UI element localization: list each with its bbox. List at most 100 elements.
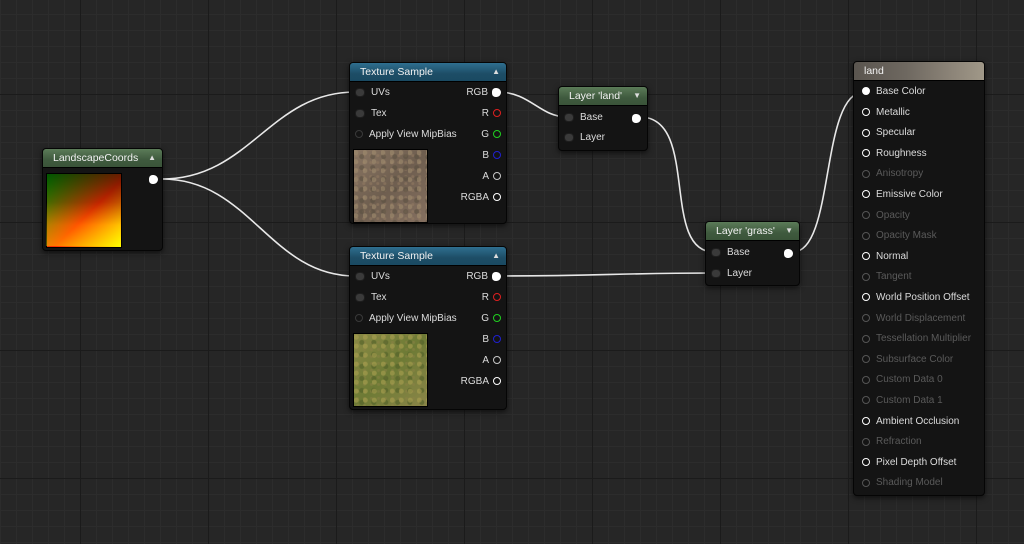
output-pin-icon[interactable]	[492, 87, 501, 97]
input-pin-icon[interactable]	[355, 292, 365, 302]
input-pin-icon[interactable]	[355, 314, 363, 323]
material-pin-row[interactable]: Anisotropy	[862, 167, 923, 181]
output-pin[interactable]	[632, 114, 641, 123]
input-uvs[interactable]: UVs	[355, 86, 390, 100]
input-pin-icon[interactable]	[862, 272, 870, 281]
material-pin-row[interactable]: Opacity	[862, 209, 910, 223]
output-pin-icon[interactable]	[492, 271, 501, 281]
input-pin-icon[interactable]	[862, 437, 870, 446]
output-pin-icon[interactable]	[493, 151, 501, 160]
output-rgb[interactable]: RGB	[466, 270, 501, 284]
input-pin-icon[interactable]	[862, 396, 870, 405]
material-pin-row[interactable]: Refraction	[862, 435, 922, 449]
input-pin-icon[interactable]	[862, 416, 870, 425]
output-pin-icon[interactable]	[493, 293, 501, 302]
collapse-arrow-icon[interactable]: ▲	[492, 63, 500, 81]
input-pin-icon[interactable]	[564, 112, 574, 122]
node-landscape-coords[interactable]: LandscapeCoords ▲	[42, 148, 163, 251]
material-pin-row[interactable]: Custom Data 0	[862, 373, 943, 387]
input-base[interactable]: Base	[564, 111, 603, 125]
material-pin-row[interactable]: Tessellation Multiplier	[862, 332, 971, 346]
material-pin-row[interactable]: Subsurface Color	[862, 353, 953, 367]
collapse-arrow-icon[interactable]: ▲	[492, 247, 500, 265]
input-pin-icon[interactable]	[564, 132, 574, 142]
node-header[interactable]: land	[854, 62, 984, 81]
input-pin-icon[interactable]	[355, 87, 365, 97]
output-b[interactable]: B	[482, 333, 501, 347]
material-pin-row[interactable]: Specular	[862, 126, 915, 140]
input-pin-icon[interactable]	[862, 293, 870, 302]
output-g[interactable]: G	[481, 128, 501, 142]
input-layer[interactable]: Layer	[711, 267, 752, 281]
node-texture-sample-1[interactable]: Texture Sample ▲ UVs Tex Apply View MipB…	[349, 62, 507, 224]
material-pin-row[interactable]: Pixel Depth Offset	[862, 456, 956, 470]
output-pin-icon[interactable]	[493, 356, 501, 365]
output-g[interactable]: G	[481, 312, 501, 326]
material-pin-row[interactable]: Shading Model	[862, 476, 943, 490]
node-material-land[interactable]: land Base Color Metallic Specular Roughness…	[853, 61, 985, 496]
material-pin-row[interactable]: Opacity Mask	[862, 229, 937, 243]
input-uvs[interactable]: UVs	[355, 270, 390, 284]
input-pin-icon[interactable]	[355, 271, 365, 281]
input-pin-icon[interactable]	[711, 247, 721, 257]
material-pin-row[interactable]: Normal	[862, 250, 908, 264]
node-header[interactable]: LandscapeCoords ▲	[43, 149, 162, 168]
output-a[interactable]: A	[482, 354, 501, 368]
output-rgba[interactable]: RGBA	[461, 191, 501, 205]
node-header[interactable]: Layer 'grass' ▼	[706, 222, 799, 241]
output-rgb[interactable]: RGB	[466, 86, 501, 100]
output-pin[interactable]	[149, 175, 158, 184]
node-header[interactable]: Texture Sample ▲	[350, 247, 506, 266]
input-base[interactable]: Base	[711, 246, 750, 260]
output-pin-icon[interactable]	[493, 377, 501, 386]
input-pin-icon[interactable]	[862, 458, 870, 467]
node-layer-land[interactable]: Layer 'land' ▼ Base Layer	[558, 86, 648, 151]
collapse-arrow-icon[interactable]: ▲	[148, 149, 156, 167]
input-pin-icon[interactable]	[862, 107, 870, 116]
material-pin-row[interactable]: Roughness	[862, 147, 927, 161]
input-pin-icon[interactable]	[711, 268, 721, 278]
output-pin[interactable]	[784, 249, 793, 258]
output-rgba[interactable]: RGBA	[461, 375, 501, 389]
input-pin-icon[interactable]	[862, 169, 870, 178]
input-pin-icon[interactable]	[862, 210, 870, 219]
material-pin-row[interactable]: Tangent	[862, 270, 912, 284]
material-pin-row[interactable]: Emissive Color	[862, 188, 943, 202]
input-pin-icon[interactable]	[862, 375, 870, 384]
input-pin-icon[interactable]	[862, 231, 870, 240]
output-pin-icon[interactable]	[493, 314, 501, 323]
material-pin-row[interactable]: Ambient Occlusion	[862, 415, 959, 429]
node-layer-grass[interactable]: Layer 'grass' ▼ Base Layer	[705, 221, 800, 286]
input-pin-icon[interactable]	[355, 108, 365, 118]
output-pin-icon[interactable]	[493, 172, 501, 181]
node-texture-sample-2[interactable]: Texture Sample ▲ UVs Tex Apply View MipB…	[349, 246, 507, 410]
material-pin-row[interactable]: Metallic	[862, 106, 910, 120]
input-pin-icon[interactable]	[862, 252, 870, 261]
input-apply-view-mipbias[interactable]: Apply View MipBias	[355, 128, 457, 142]
input-pin-icon[interactable]	[862, 87, 870, 96]
input-apply-view-mipbias[interactable]: Apply View MipBias	[355, 312, 457, 326]
material-pin-row[interactable]: Custom Data 1	[862, 394, 943, 408]
output-r[interactable]: R	[482, 107, 501, 121]
material-pin-row[interactable]: Base Color	[862, 85, 925, 99]
output-pin-icon[interactable]	[493, 335, 501, 344]
input-pin-icon[interactable]	[862, 478, 870, 487]
input-tex[interactable]: Tex	[355, 291, 387, 305]
output-pin-icon[interactable]	[493, 193, 501, 202]
output-b[interactable]: B	[482, 149, 501, 163]
input-pin-icon[interactable]	[862, 128, 870, 137]
collapse-arrow-icon[interactable]: ▼	[633, 87, 641, 105]
node-header[interactable]: Texture Sample ▲	[350, 63, 506, 82]
output-r[interactable]: R	[482, 291, 501, 305]
input-pin-icon[interactable]	[355, 130, 363, 139]
output-pin-icon[interactable]	[493, 130, 501, 139]
output-a[interactable]: A	[482, 170, 501, 184]
input-pin-icon[interactable]	[862, 149, 870, 158]
input-pin-icon[interactable]	[862, 190, 870, 199]
input-pin-icon[interactable]	[862, 355, 870, 364]
material-pin-row[interactable]: World Position Offset	[862, 291, 970, 305]
input-tex[interactable]: Tex	[355, 107, 387, 121]
input-pin-icon[interactable]	[862, 334, 870, 343]
material-pin-row[interactable]: World Displacement	[862, 312, 965, 326]
node-header[interactable]: Layer 'land' ▼	[559, 87, 647, 106]
